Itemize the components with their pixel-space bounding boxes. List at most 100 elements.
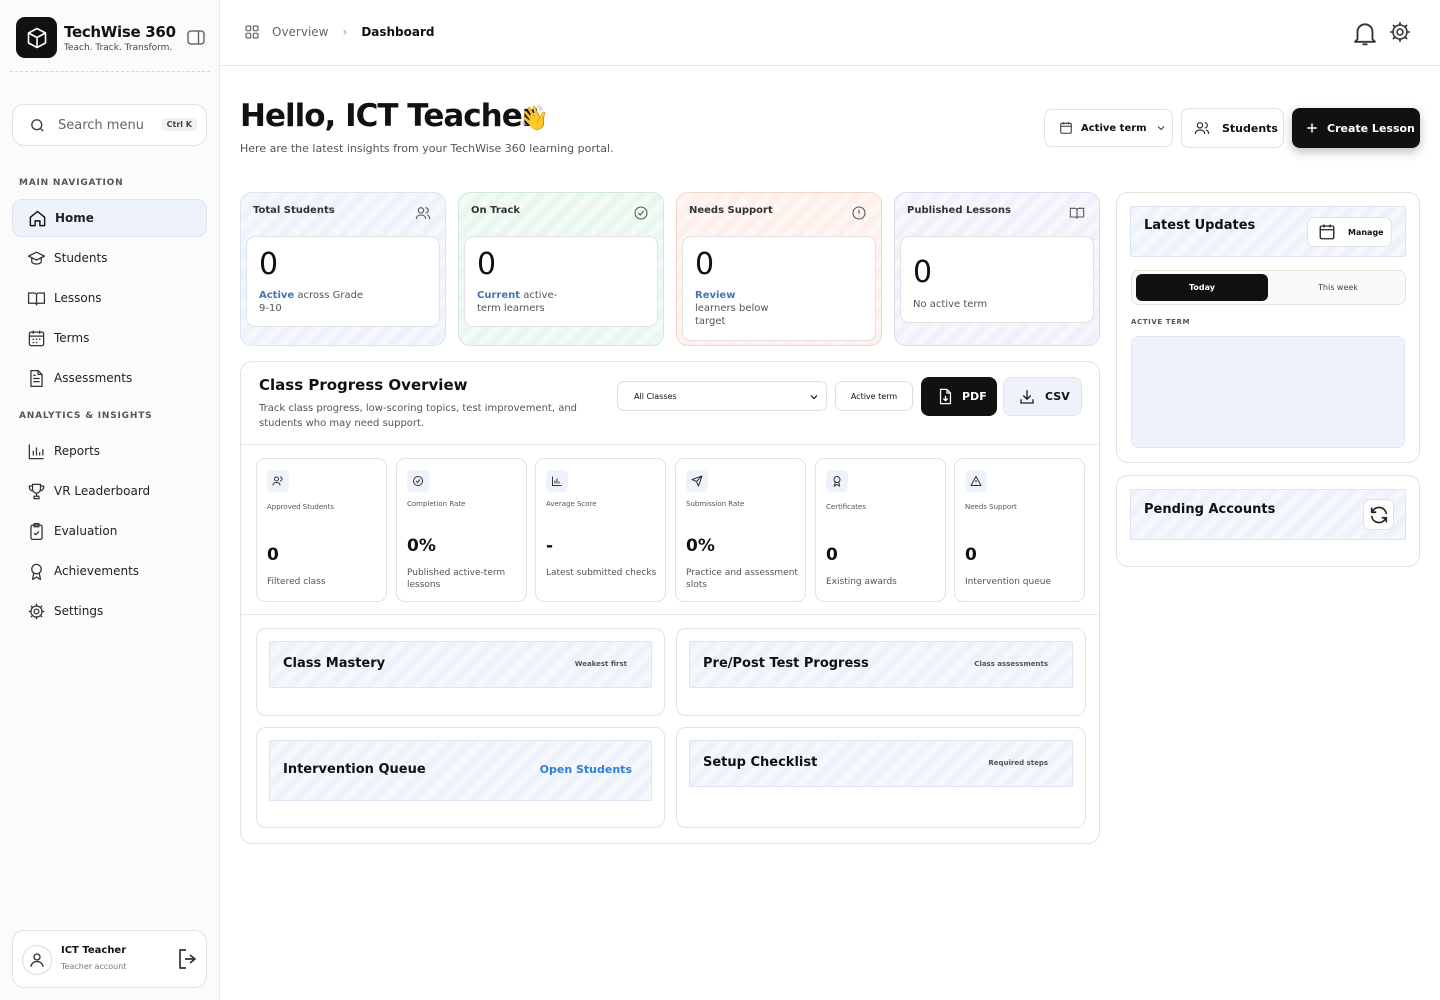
calendar-icon — [28, 330, 45, 346]
sidebar-item-vr-leaderboard[interactable]: VR Leaderboard — [12, 472, 207, 510]
active-term-label: ACTIVE TERM — [1131, 318, 1191, 326]
card-tag: Required steps — [988, 759, 1048, 767]
sidebar-collapse-icon[interactable] — [187, 30, 205, 45]
sidebar-item-label: Reports — [54, 444, 101, 458]
settings-gear-icon[interactable] — [1388, 20, 1412, 48]
tab-today[interactable]: Today — [1136, 274, 1268, 301]
metric-needs-support: Needs Support 0 Intervention queue — [954, 458, 1085, 602]
award-icon — [826, 470, 848, 492]
metric-value: 0 — [267, 545, 279, 565]
calendar-icon — [1060, 122, 1072, 134]
graduation-cap-icon — [27, 251, 46, 265]
card-title: Intervention Queue — [283, 762, 426, 777]
card-tag: Weakest first — [574, 660, 627, 668]
sidebar-item-evaluation[interactable]: Evaluation — [12, 512, 207, 550]
card-title: Pending Accounts — [1144, 502, 1276, 517]
bar-chart-icon — [546, 470, 568, 492]
sidebar-item-home[interactable]: Home — [12, 199, 207, 237]
brand-tagline: Teach. Track. Transform. — [64, 42, 173, 53]
metric-label: Completion Rate — [407, 500, 466, 508]
metric-desc: Filtered class — [267, 577, 326, 587]
metric-desc: Practice and assessment slots — [686, 568, 798, 590]
class-progress-panel: Class Progress Overview Track class prog… — [240, 361, 1100, 844]
bell-icon[interactable] — [1350, 18, 1380, 52]
card-title: Pre/Post Test Progress — [703, 656, 869, 671]
user-role: Teacher account — [61, 962, 127, 971]
class-select-value: All Classes — [634, 391, 677, 401]
panel-subtitle: Track class progress, low-scoring topics… — [259, 403, 578, 429]
stat-card-on-track: On Track 0 Current active-term learners — [458, 192, 664, 346]
users-icon — [267, 470, 289, 492]
user-name: ICT Teacher — [61, 945, 127, 956]
sidebar-item-lessons[interactable]: Lessons — [12, 279, 207, 317]
prepost-test-card: Pre/Post Test Progress Class assessments — [676, 628, 1086, 716]
sidebar-item-terms[interactable]: Terms — [12, 319, 207, 357]
sidebar-item-reports[interactable]: Reports — [12, 432, 207, 470]
setup-checklist-card: Setup Checklist Required steps — [676, 727, 1086, 828]
pdf-label: PDF — [962, 390, 987, 403]
stat-desc: No active term — [913, 299, 988, 310]
pending-accounts-card: Pending Accounts — [1116, 475, 1420, 567]
students-button[interactable]: Students — [1181, 108, 1284, 148]
grid-icon — [245, 25, 259, 39]
stat-title: Published Lessons — [907, 205, 1011, 216]
file-download-icon — [939, 388, 952, 405]
breadcrumb-overview[interactable]: Overview — [272, 25, 329, 39]
breadcrumb-current: Dashboard — [361, 25, 435, 39]
stat-card-total-students: Total Students 0 Active across Grade 9-1… — [240, 192, 446, 346]
avatar — [22, 945, 52, 975]
csv-export-button[interactable]: CSV — [1003, 377, 1082, 416]
sidebar-item-label: VR Leaderboard — [54, 484, 151, 498]
refresh-button[interactable] — [1363, 499, 1394, 530]
shortcut-badge: Ctrl K — [161, 118, 197, 131]
metric-desc: Existing awards — [826, 577, 897, 587]
stat-desc: Current active-term learners — [477, 289, 577, 315]
metric-submission-rate: Submission Rate 0% Practice and assessme… — [675, 458, 806, 602]
divider — [241, 444, 1099, 445]
calendar-icon — [1319, 224, 1335, 240]
sidebar-item-settings[interactable]: Settings — [12, 592, 207, 630]
card-title: Class Mastery — [283, 656, 386, 671]
search-menu[interactable]: Search menu Ctrl K — [12, 104, 207, 146]
document-icon — [30, 369, 43, 387]
metric-completion-rate: Completion Rate 0% Published active-term… — [396, 458, 527, 602]
metric-label: Approved Students — [267, 503, 335, 511]
metric-approved-students: Approved Students 0 Filtered class — [256, 458, 387, 602]
breadcrumb: Overview › Dashboard — [244, 24, 435, 40]
active-term-dropdown[interactable]: Active term — [1044, 109, 1173, 147]
brand[interactable]: TechWise 360 Teach. Track. Transform. — [16, 17, 176, 58]
period-toggle: Today This week — [1131, 270, 1406, 305]
manage-label: Manage — [1348, 227, 1384, 237]
tab-this-week[interactable]: This week — [1272, 274, 1404, 301]
chevron-down-icon — [810, 395, 818, 400]
sidebar-item-assessments[interactable]: Assessments — [12, 359, 207, 397]
metric-label: Certificates — [826, 503, 867, 511]
sidebar-item-achievements[interactable]: Achievements — [12, 552, 207, 590]
alert-circle-icon — [851, 205, 867, 225]
stat-desc: Review learners below target — [695, 289, 785, 328]
sidebar-item-students[interactable]: Students — [12, 239, 207, 277]
search-label: Search menu — [58, 117, 144, 133]
metric-average-score: Average Score - Latest submitted checks — [535, 458, 666, 602]
stat-value: 0 — [477, 247, 497, 282]
logout-icon[interactable] — [176, 947, 200, 975]
stat-value: 0 — [913, 255, 933, 290]
open-students-link[interactable]: Open Students — [540, 763, 632, 776]
pdf-export-button[interactable]: PDF — [921, 377, 997, 416]
active-term-box — [1131, 336, 1405, 448]
cube-logo-icon — [16, 17, 57, 58]
nav-section-main: MAIN NAVIGATION — [19, 178, 124, 188]
user-card[interactable]: ICT Teacher Teacher account — [12, 930, 207, 988]
plus-icon — [1307, 123, 1317, 133]
stat-title: Total Students — [253, 205, 335, 216]
sidebar-item-label: Terms — [54, 331, 90, 345]
create-lesson-button[interactable]: Create Lesson — [1292, 108, 1420, 148]
metric-value: 0% — [407, 536, 436, 556]
stat-title: Needs Support — [689, 205, 773, 216]
students-button-label: Students — [1222, 121, 1278, 135]
active-term-button[interactable]: Active term — [835, 381, 913, 411]
sidebar-item-label: Assessments — [54, 371, 133, 385]
class-select[interactable]: All Classes — [617, 381, 827, 411]
page-title: Hello, ICT Teacher — [240, 98, 537, 134]
manage-button[interactable]: Manage — [1307, 217, 1392, 247]
